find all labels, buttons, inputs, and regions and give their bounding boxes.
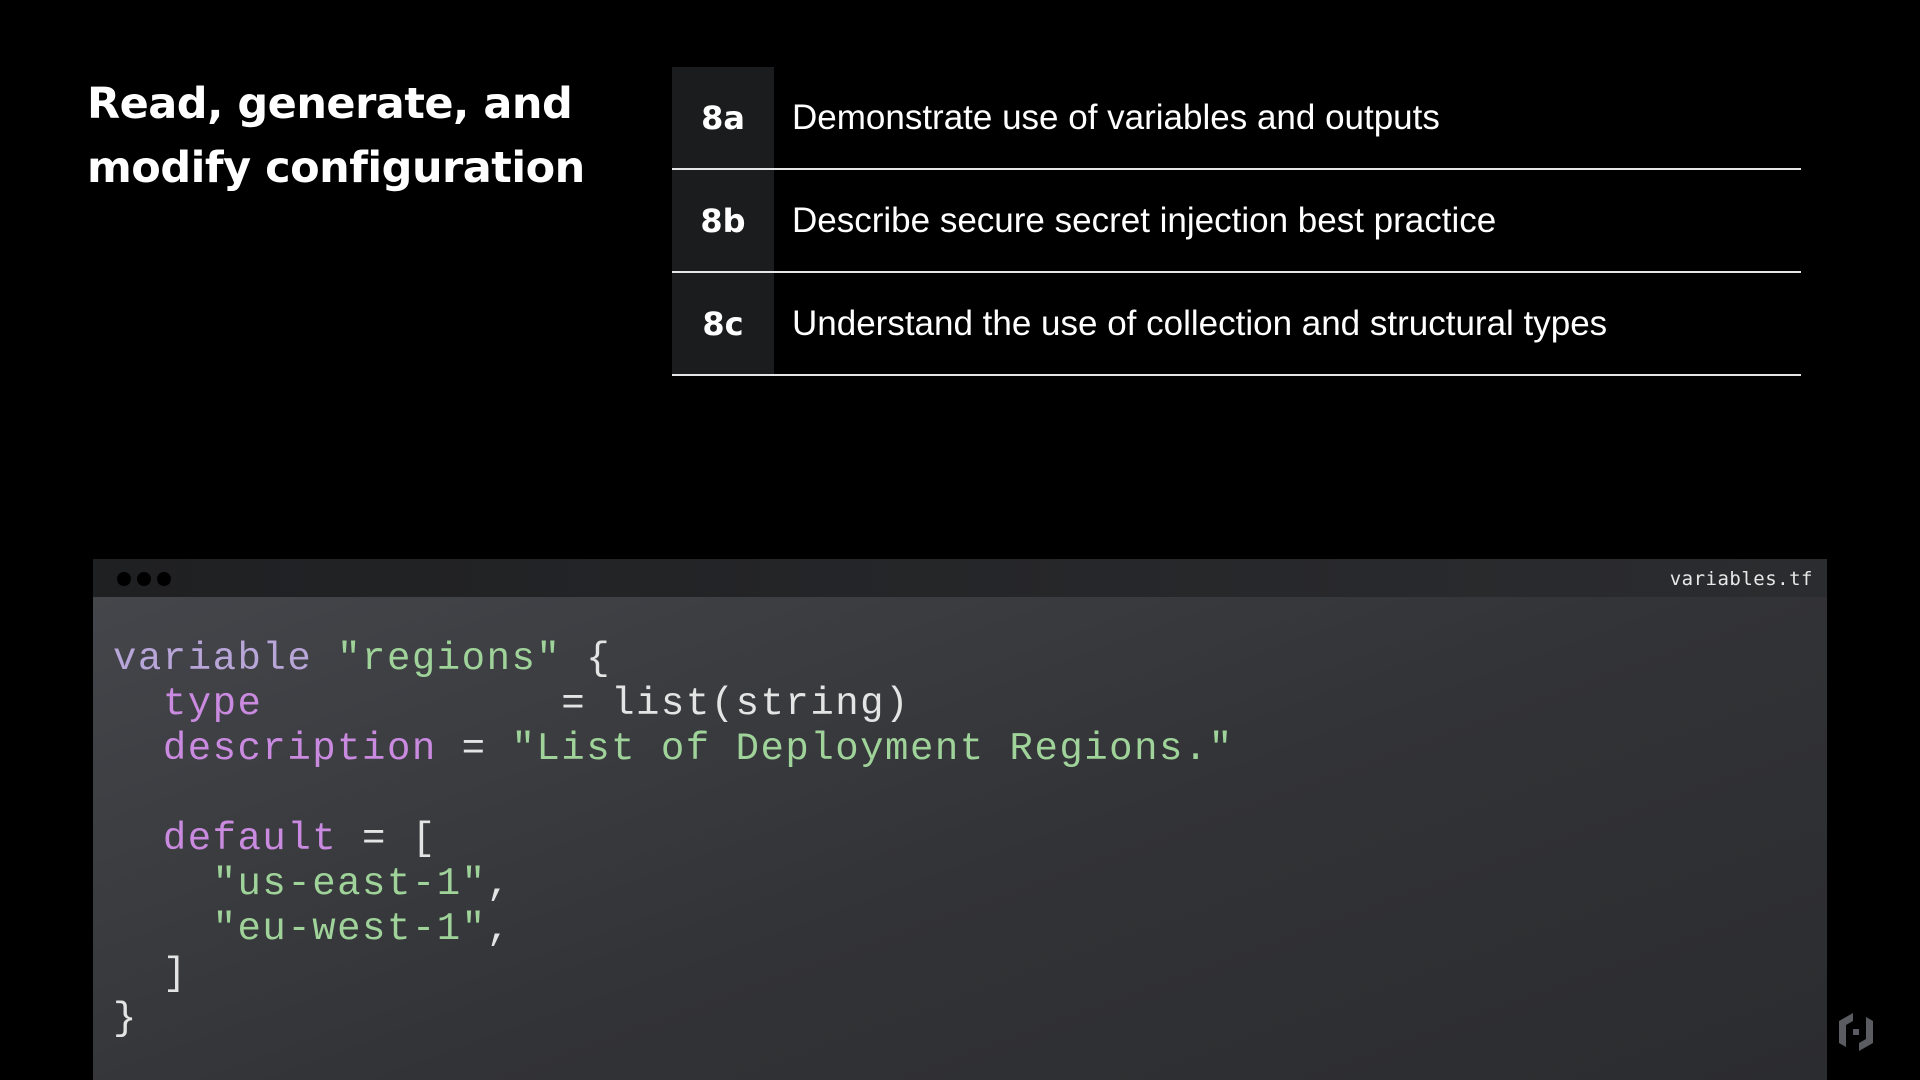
objective-code: 8a [672, 67, 774, 168]
code-attribute: type [162, 682, 263, 726]
code-brace: { [586, 637, 612, 681]
code-comma: , [486, 862, 512, 906]
code-string: "eu-west-1" [212, 907, 487, 951]
objective-row-8b: 8b Describe secure secret injection best… [672, 170, 1801, 273]
objective-text: Describe secure secret injection best pr… [792, 200, 1497, 240]
code-string: "List of Deployment Regions." [511, 727, 1234, 771]
window-dot-icon [137, 572, 151, 586]
window-dot-icon [117, 572, 131, 586]
code-operator: = [362, 817, 387, 861]
objective-text: Demonstrate use of variables and outputs [792, 97, 1440, 137]
code-value: list(string) [611, 682, 910, 726]
code-bracket: [ [411, 817, 437, 861]
code-bracket: ] [162, 952, 188, 996]
editor-filename: variables.tf [1669, 568, 1813, 590]
code-comma: , [486, 907, 512, 951]
objective-row-8c: 8c Understand the use of collection and … [672, 273, 1801, 376]
code-attribute: description [162, 727, 437, 771]
objective-text: Understand the use of collection and str… [792, 303, 1608, 343]
code-string: "regions" [337, 637, 562, 681]
objective-code: 8b [672, 170, 774, 271]
code-editor-window: variables.tf variable "regions" { type =… [93, 559, 1827, 1080]
slide-title-line-2: modify configuration [87, 143, 585, 193]
code-operator: = [561, 682, 587, 726]
slide-title-line-1: Read, generate, and [87, 79, 573, 129]
window-dot-icon [157, 572, 171, 586]
objectives-table: 8a Demonstrate use of variables and outp… [672, 67, 1801, 376]
editor-title-bar: variables.tf [93, 559, 1827, 597]
slide-title: Read, generate, and modify configuration [87, 72, 647, 200]
code-operator: = [461, 727, 487, 771]
code-brace: } [113, 997, 138, 1041]
code-string: "us-east-1" [212, 862, 487, 906]
objective-code: 8c [672, 273, 774, 374]
code-block: variable "regions" { type = list(string)… [113, 637, 1234, 1042]
hashicorp-logo-icon [1839, 1013, 1873, 1051]
code-keyword: variable [113, 637, 313, 681]
code-attribute: default [162, 817, 338, 861]
objective-row-8a: 8a Demonstrate use of variables and outp… [672, 67, 1801, 170]
